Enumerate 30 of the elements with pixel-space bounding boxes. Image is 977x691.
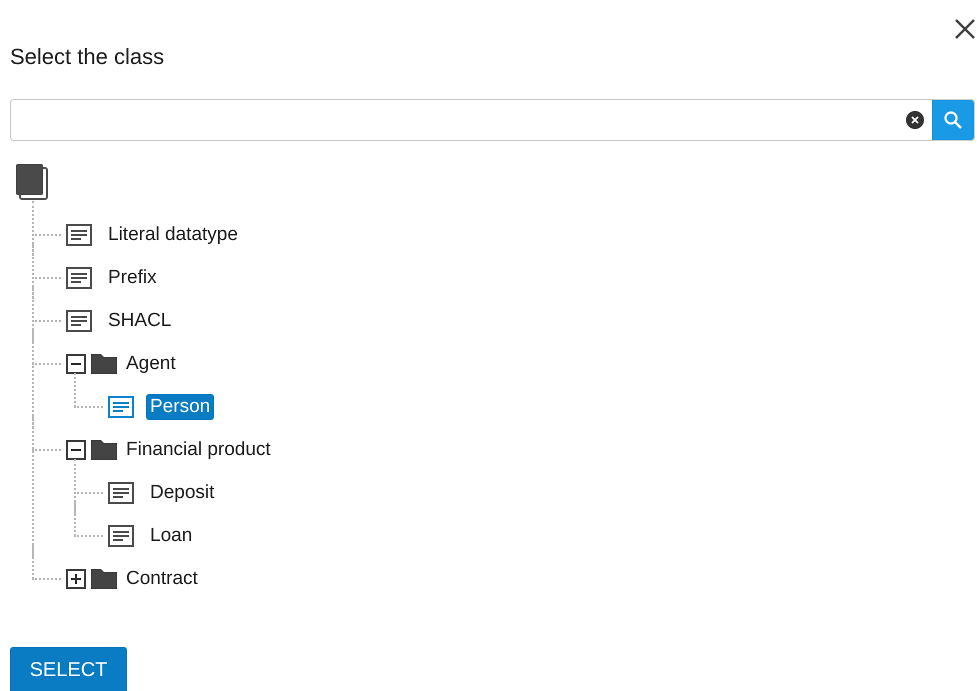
tree-item[interactable]: Deposit xyxy=(146,480,218,506)
expand-icon[interactable] xyxy=(66,568,86,588)
document-icon xyxy=(66,310,92,332)
document-icon xyxy=(66,224,92,246)
close-icon xyxy=(954,18,976,40)
folder-icon xyxy=(91,440,117,460)
document-icon xyxy=(108,482,134,504)
search-icon xyxy=(943,110,963,130)
clear-button[interactable] xyxy=(906,111,924,129)
clear-icon xyxy=(911,116,919,124)
document-icon xyxy=(108,396,134,418)
tree-item[interactable]: Contract xyxy=(126,566,198,592)
document-icon xyxy=(66,266,92,288)
tree-item[interactable]: SHACL xyxy=(104,308,176,334)
search-button[interactable] xyxy=(932,100,974,140)
folder-icon xyxy=(91,354,117,374)
book-icon xyxy=(15,164,49,200)
select-button[interactable]: SELECT xyxy=(10,647,127,691)
folder-icon xyxy=(91,568,117,588)
search-field[interactable] xyxy=(10,99,975,141)
tree-item[interactable]: Loan xyxy=(146,522,196,548)
collapse-icon[interactable] xyxy=(66,440,86,460)
document-icon xyxy=(108,524,134,546)
tree-item[interactable]: Person xyxy=(146,394,214,420)
tree-item[interactable]: Financial product xyxy=(126,436,271,462)
tree-item[interactable]: Prefix xyxy=(104,264,161,290)
collapse-icon[interactable] xyxy=(66,354,86,374)
dialog-title: Select the class xyxy=(10,43,164,71)
tree-item[interactable]: Literal datatype xyxy=(104,222,242,248)
tree-item[interactable]: Agent xyxy=(126,350,176,376)
